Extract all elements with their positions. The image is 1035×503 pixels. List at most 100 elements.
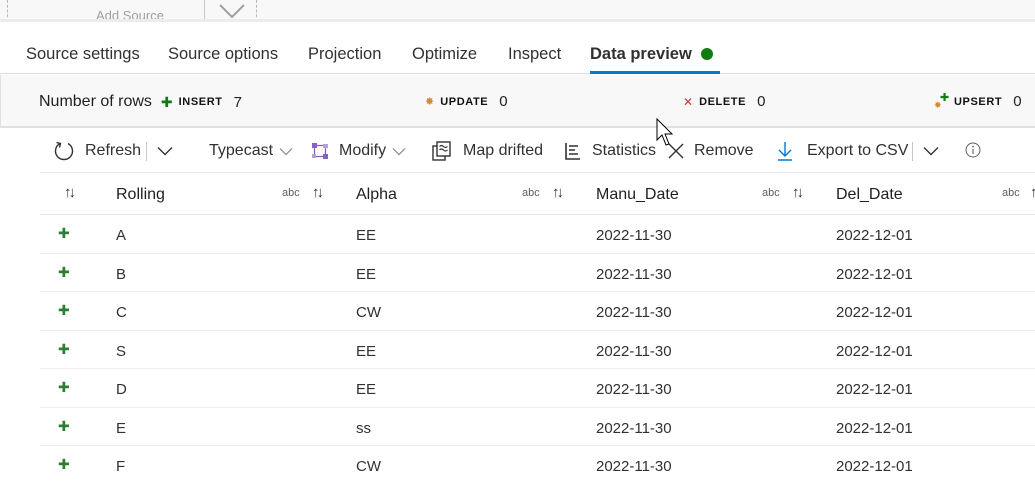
remove-button[interactable]: Remove [668,140,754,162]
typecast-button[interactable]: Typecast [209,140,293,162]
column-header-alpha[interactable]: Alpha [356,186,397,204]
cell-manu-date: 2022-11-30 [596,342,672,360]
tab-optimize[interactable]: Optimize [412,45,477,64]
table-body: ✚ A EE 2022-11-30 2022-12-01 ✚ B EE 2022… [40,215,1035,485]
info-icon [965,142,981,158]
refresh-icon [54,141,74,161]
export-csv-button[interactable]: Export to CSV [777,140,908,162]
tab-projection[interactable]: Projection [308,45,381,64]
update-label: UPDATE [440,95,489,108]
chevron-down-icon [279,147,293,155]
insert-plus-icon: ✚ [58,456,70,472]
cell-manu-date: 2022-11-30 [596,227,672,244]
table-row: ✚ B EE 2022-11-30 2022-12-01 [40,254,1035,292]
summary-title: Number of rows [39,93,152,110]
tab-inspect[interactable]: Inspect [508,45,561,64]
insert-label: INSERT [178,96,223,108]
cell-del-date: 2022-12-01 [836,458,913,475]
map-drifted-label: Map drifted [463,142,544,159]
type-abc-icon: abc [1002,187,1020,199]
statistics-icon [565,143,580,160]
insert-plus-icon: ✚ [58,379,70,395]
sort-icon[interactable]: ↑↓ [792,184,804,201]
column-header-rolling[interactable]: Rolling [116,186,165,204]
table-row: ✚ F CW 2022-11-30 2022-12-01 [40,446,1035,485]
statistics-label: Statistics [592,142,657,159]
info-button[interactable] [965,139,981,161]
canvas-divider [204,0,205,19]
tab-data-preview[interactable]: Data preview [590,45,713,64]
statistics-button[interactable]: Statistics [564,140,656,162]
modify-button[interactable]: Modify [311,140,406,162]
cell-del-date: 2022-12-01 [836,265,913,283]
toolbar: Refresh Typecast Modify Map drifted Stat… [0,130,1035,172]
cell-rolling: A [116,227,127,244]
toolbar-divider [146,142,147,161]
table-header: ↑↓ Rolling abc ↑↓ Alpha abc ↑↓ Manu_Date… [40,172,1035,215]
column-header-manu-date[interactable]: Manu_Date [596,186,679,204]
table-row: ✚ A EE 2022-11-30 2022-12-01 [40,215,1035,254]
tab-source-options[interactable]: Source options [168,45,278,64]
table-row: ✚ E ss 2022-11-30 2022-12-01 [40,408,1035,446]
status-dot-icon [700,48,713,60]
delete-count: 0 [757,93,766,110]
cell-alpha: CW [356,458,381,475]
refresh-button[interactable]: Refresh [53,140,141,162]
insert-count: 7 [233,93,242,111]
sort-icon[interactable]: ↑↓ [552,184,564,201]
upsert-icon: ✸ ✚ [934,91,950,110]
insert-plus-icon: ✚ [58,417,70,434]
export-dropdown-button[interactable] [923,140,939,162]
sort-icon[interactable]: ↑↓ [1030,184,1035,201]
chevron-down-icon [923,147,939,156]
cell-rolling: D [116,381,127,398]
cell-alpha: EE [356,381,377,398]
cell-alpha: EE [356,342,377,360]
cell-del-date: 2022-12-01 [836,342,913,360]
add-source-label[interactable]: Add Source [96,8,164,19]
chevron-down-icon[interactable] [218,3,246,21]
typecast-label: Typecast [209,142,274,159]
export-csv-label: Export to CSV [807,142,909,159]
chevron-down-icon [157,147,173,156]
modify-label: Modify [339,142,387,159]
chevron-down-icon [392,147,406,155]
tab-source-settings[interactable]: Source settings [26,45,140,64]
tab-bar: Source settings Source options Projectio… [0,25,1035,74]
column-header-del-date[interactable]: Del_Date [836,186,903,204]
canvas-strip: Add Source [0,0,1035,22]
insert-plus-icon: ✚ [58,225,70,241]
cell-rolling: S [116,342,127,360]
insert-plus-icon: ✚ [58,263,70,280]
cell-del-date: 2022-12-01 [836,304,913,321]
canvas-dashed-border [256,0,257,19]
cell-manu-date: 2022-11-30 [596,381,672,398]
cell-manu-date: 2022-11-30 [596,265,672,283]
cell-rolling: B [116,265,127,283]
canvas-dashed-border [7,0,8,19]
x-icon: ✕ [683,94,694,109]
data-preview-table: ↑↓ Rolling abc ↑↓ Alpha abc ↑↓ Manu_Date… [40,172,1035,485]
toolbar-divider [912,142,913,161]
delete-summary: ✕ DELETE 0 [683,93,765,110]
delete-label: DELETE [699,95,747,108]
type-abc-icon: abc [282,187,300,199]
refresh-label: Refresh [85,142,142,159]
type-abc-icon: abc [762,187,780,199]
cell-manu-date: 2022-11-30 [596,458,672,475]
table-row: ✚ S EE 2022-11-30 2022-12-01 [40,331,1035,369]
map-drifted-icon [432,141,451,161]
active-tab-indicator [590,71,720,74]
insert-plus-icon: ✚ [58,302,70,318]
map-drifted-button[interactable]: Map drifted [431,140,543,162]
cell-alpha: ss [356,419,371,437]
upsert-count: 0 [1013,93,1022,110]
cell-rolling: F [116,458,126,475]
cell-del-date: 2022-12-01 [836,419,913,437]
sort-icon[interactable]: ↑↓ [64,184,76,201]
refresh-dropdown-button[interactable] [157,140,173,162]
upsert-summary: ✸ ✚ UPSERT 0 [934,91,1022,111]
sort-icon[interactable]: ↑↓ [312,184,324,201]
remove-icon [668,143,684,159]
download-icon [778,142,792,161]
